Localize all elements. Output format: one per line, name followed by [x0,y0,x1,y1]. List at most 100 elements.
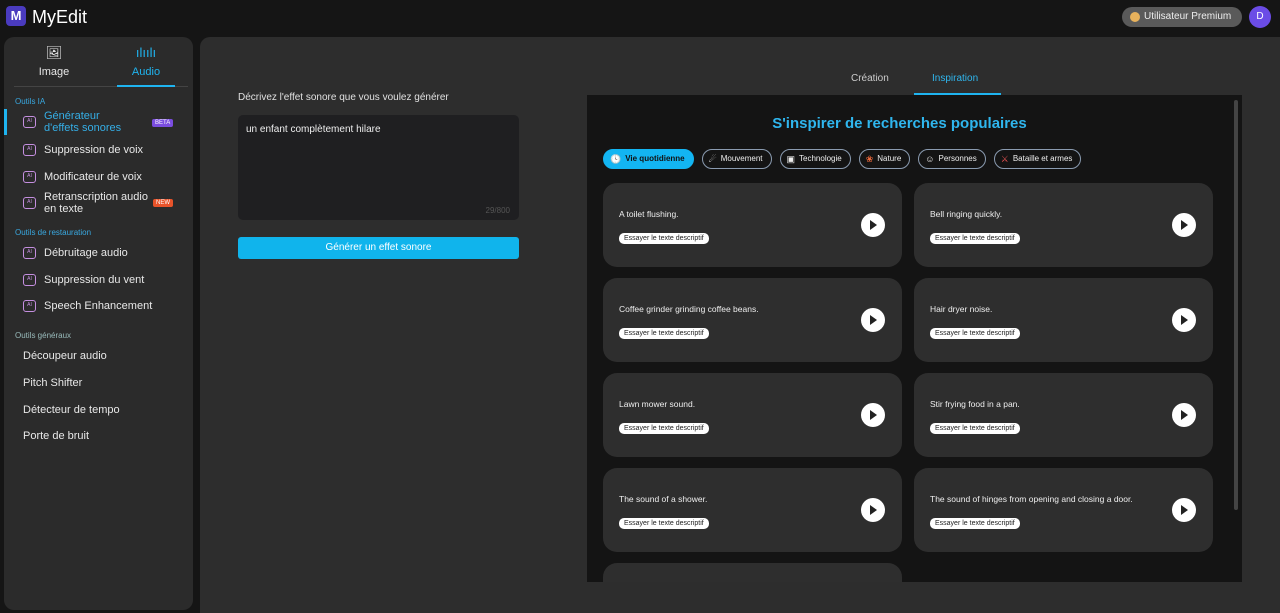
beta-badge: BETA [152,119,174,127]
ai-icon: AI [23,197,36,209]
sound-description: Coffee grinder grinding coffee beans. [619,304,759,314]
item-label: Générateur d'effets sonores [44,110,122,134]
prompt-textarea[interactable]: un enfant complètement hilare 29/800 [238,115,519,220]
sound-card: Coffee grinder grinding coffee beans. Ess… [603,278,902,362]
ai-icon: AI [23,171,36,183]
try-description-button[interactable]: Essayer le texte descriptif [930,423,1020,434]
ai-icon: AI [23,247,36,259]
ai-icon: AI [23,116,36,128]
mode-label: Audio [131,66,161,78]
tab-inspiration[interactable]: Inspiration [932,73,978,84]
sidebar-item-denoise[interactable]: AI Débruitage audio [23,247,128,259]
chip-label: Personnes [938,154,977,163]
sidebar-item-tempo-detector[interactable]: Détecteur de tempo [23,404,120,416]
sidebar: 🖼 Image ılıılı Audio Outils IA AI Générateu… [4,37,193,610]
prompt-label: Décrivez l'effet sonore que vous voulez … [238,92,449,103]
try-description-button[interactable]: Essayer le texte descriptif [930,328,1020,339]
sound-card-partial [603,563,902,582]
sound-description: A toilet flushing. [619,209,679,219]
play-icon[interactable] [1172,498,1196,522]
sound-card: Bell ringing quickly. Essayer le texte de… [914,183,1213,267]
ai-icon: AI [23,144,36,156]
mode-tab-image[interactable]: 🖼 Image [14,45,94,78]
inspiration-title: S'inspirer de recherches populaires [772,115,1027,132]
sound-description: Lawn mower sound. [619,399,696,409]
scrollbar[interactable] [1234,100,1238,510]
sidebar-item-pitch-shifter[interactable]: Pitch Shifter [23,377,82,389]
sidebar-item-speech-enhancement[interactable]: AI Speech Enhancement [23,300,152,312]
comet-icon: ☄ [708,154,717,164]
try-description-button[interactable]: Essayer le texte descriptif [619,518,709,529]
chip-daily-life[interactable]: 🕓 Vie quotidienne [603,149,694,169]
flower-icon: ❀ [865,154,874,164]
mode-tab-audio[interactable]: ılıılı Audio [106,45,186,78]
char-counter: 29/800 [485,206,510,215]
avatar[interactable]: D [1249,6,1271,28]
weapons-icon: ⚔ [1000,154,1009,164]
mode-label: Image [38,66,70,78]
sidebar-item-wind-removal[interactable]: AI Suppression du vent [23,274,144,286]
sound-card: The sound of a shower. Essayer le texte d… [603,468,902,552]
sidebar-item-voice-removal[interactable]: AI Suppression de voix [23,144,143,156]
try-description-button[interactable]: Essayer le texte descriptif [930,518,1020,529]
play-icon[interactable] [861,498,885,522]
play-icon[interactable] [861,308,885,332]
item-label: Suppression du vent [44,274,145,286]
prompt-value: un enfant complètement hilare [246,124,381,135]
sidebar-item-noise-gate[interactable]: Porte de bruit [23,430,89,442]
new-badge: NEW [153,199,173,207]
generate-button[interactable]: Générer un effet sonore [238,237,519,259]
chip-movement[interactable]: ☄ Mouvement [701,149,772,169]
chip-label: Mouvement [720,154,763,163]
clock-icon: 🕓 [610,154,622,164]
sound-card: Hair dryer noise. Essayer le texte descri… [914,278,1213,362]
sidebar-item-audio-cutter[interactable]: Découpeur audio [23,350,107,362]
item-label: Suppression de voix [44,144,144,156]
coin-icon [1130,12,1140,22]
sidebar-item-voice-changer[interactable]: AI Modificateur de voix [23,171,142,183]
try-description-button[interactable]: Essayer le texte descriptif [619,328,709,339]
play-icon[interactable] [861,213,885,237]
ai-icon: AI [23,300,36,312]
section-ai-tools: Outils IA [15,97,46,106]
active-indicator [4,109,7,135]
section-restoration-tools: Outils de restauration [15,228,92,237]
chip-label: Vie quotidienne [625,154,685,163]
try-description-button[interactable]: Essayer le texte descriptif [619,423,709,434]
try-description-button[interactable]: Essayer le texte descriptif [930,233,1020,244]
image-icon: 🖼 [45,45,63,60]
sound-card: Lawn mower sound. Essayer le texte descri… [603,373,902,457]
play-icon[interactable] [1172,403,1196,427]
chip-label: Nature [877,154,902,163]
sound-description: The sound of hinges from opening and clo… [930,494,1133,504]
active-tab-indicator [117,85,175,87]
chip-label: Technologie [799,154,842,163]
category-chips: 🕓 Vie quotidienne ☄ Mouvement ▣ Technologie… [603,149,1082,169]
play-icon[interactable] [1172,213,1196,237]
item-label: Modificateur de voix [44,171,142,183]
sound-description: Hair dryer noise. [930,304,993,314]
premium-button[interactable]: Utilisateur Premium [1122,7,1242,27]
chip-nature[interactable]: ❀ Nature [858,149,911,169]
sidebar-item-transcription[interactable]: AI Retranscription audio en texte [23,191,148,215]
sound-card: Stir frying food in a pan. Essayer le tex… [914,373,1213,457]
waveform-icon: ılıılı [135,45,157,60]
section-general-tools: Outils généraux [15,331,72,340]
ai-icon: AI [23,274,36,286]
sound-description: Stir frying food in a pan. [930,399,1020,409]
chip-people[interactable]: ☺ Personnes [918,149,986,169]
premium-label: Utilisateur Premium [1144,11,1232,22]
play-icon[interactable] [1172,308,1196,332]
try-description-button[interactable]: Essayer le texte descriptif [619,233,709,244]
chip-battle[interactable]: ⚔ Bataille et armes [993,149,1082,169]
chip-technology[interactable]: ▣ Technologie [779,149,851,169]
myedit-logo-icon[interactable]: M [6,6,26,26]
sound-description: The sound of a shower. [619,494,708,504]
app-name[interactable]: MyEdit [32,7,87,28]
chip-icon: ▣ [786,154,796,164]
sound-card: The sound of hinges from opening and clo… [914,468,1213,552]
tab-creation[interactable]: Création [851,73,889,84]
sidebar-item-sound-effect-generator[interactable]: AI Générateur d'effets sonores [23,110,133,134]
item-label: Retranscription audio en texte [44,191,148,215]
play-icon[interactable] [861,403,885,427]
